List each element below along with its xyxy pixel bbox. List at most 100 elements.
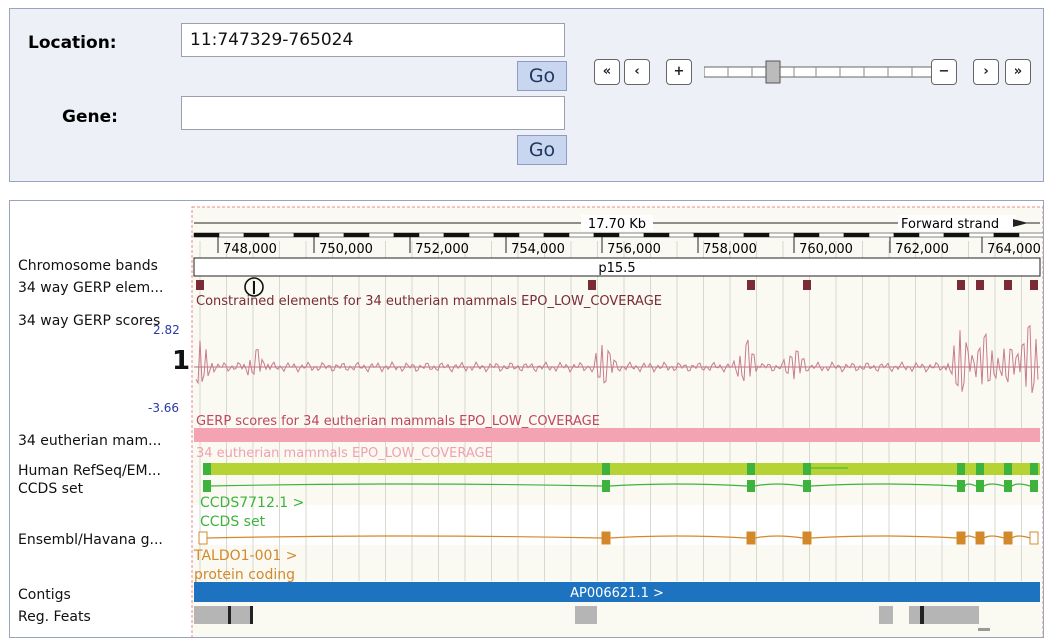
scale-bar-segment [343, 232, 370, 238]
ensembl-transcript-label[interactable]: TALDO1-001 > [193, 548, 298, 564]
regulatory-feature [194, 606, 252, 624]
zoom-slider-handle[interactable] [765, 60, 781, 84]
scale-bar-segment [1018, 232, 1043, 238]
gene-go-button[interactable]: Go [517, 135, 567, 165]
scale-bar-segment [443, 232, 470, 238]
scale-bar-segment [543, 232, 570, 238]
search-panel: Location: Go Gene: Go « ‹ + − › » [9, 8, 1044, 182]
tick-label: 760,000 [799, 242, 853, 257]
location-label: Location: [28, 33, 117, 53]
ensembl-exon [198, 531, 208, 545]
gerp-element [957, 280, 965, 290]
scale-bar-segment [918, 232, 945, 238]
ensembl-exon [1029, 531, 1039, 545]
track-label-gerp-scores: 34 way GERP scores [18, 313, 161, 329]
track-label-ccds: CCDS set [18, 481, 84, 497]
prev-button[interactable]: ‹ [624, 59, 650, 85]
tick-label: 762,000 [895, 242, 949, 257]
tick-label: 764,000 [987, 242, 1041, 257]
scale-bar-segment [643, 232, 670, 238]
tick-label: 748,000 [223, 242, 277, 257]
regulatory-feature [909, 606, 979, 624]
scale-bar-segment [268, 232, 295, 238]
scale-bar-segment [868, 232, 895, 238]
ccds-transcript-label[interactable]: CCDS7712.1 > [200, 495, 304, 511]
refseq-exon [957, 463, 965, 475]
track-label-contigs: Contigs [18, 587, 71, 603]
scale-bar-segment [943, 232, 970, 238]
ruler-length-label: 17.70 Kb [588, 217, 646, 232]
tick-label: 758,000 [703, 242, 757, 257]
contig-label: AP006621.1 > [570, 586, 664, 601]
refseq-exon [747, 463, 755, 475]
scale-bar-segment [493, 232, 520, 238]
first-button[interactable]: « [594, 59, 620, 85]
regulatory-feature-minor [978, 628, 990, 631]
gerp-element [747, 280, 755, 290]
ensembl-biotype-caption: protein coding [194, 567, 295, 583]
scale-bar-segment [818, 232, 845, 238]
ccds-exon [1004, 480, 1012, 492]
gerp-element [196, 280, 204, 290]
scale-bar [193, 232, 1043, 238]
ccds-exon [803, 480, 811, 492]
refseq-exon [203, 463, 211, 475]
gene-input[interactable] [181, 96, 565, 130]
tick-label: 752,000 [415, 242, 469, 257]
refseq-exon [1004, 463, 1012, 475]
scale-bar-segment [993, 232, 1020, 238]
eutherian-caption: 34 eutherian mammals EPO_LOW_COVERAGE [196, 446, 493, 461]
refseq-transcript[interactable] [203, 463, 1040, 475]
zoom-out-button[interactable]: − [931, 59, 957, 85]
ccds-exon [747, 480, 755, 492]
track-canvas: 17.70 Kb Forward strand 748,000 750,000 75… [191, 206, 1043, 637]
tick-label: 754,000 [511, 242, 565, 257]
scale-bar-segment [368, 232, 395, 238]
scale-bar-segment [418, 232, 445, 238]
scale-bar-segment [893, 232, 920, 238]
regulatory-feature [879, 606, 893, 624]
location-input[interactable] [181, 23, 565, 57]
ccds-exon [203, 480, 211, 492]
scale-bar-segment [568, 232, 595, 238]
ensembl-exon [802, 531, 812, 545]
alignment-bar[interactable] [194, 428, 1040, 442]
regulatory-feature-core [250, 606, 253, 624]
scale-bar-segment [743, 232, 770, 238]
track-label-refseq: Human RefSeq/EM... [18, 463, 161, 479]
scale-bar-segment [768, 232, 795, 238]
refseq-exon [976, 463, 984, 475]
gerp-score-max: 2.82 [153, 323, 180, 337]
tick-label: 756,000 [607, 242, 661, 257]
ensembl-exon [746, 531, 756, 545]
scale-bar-segment [193, 232, 220, 238]
tick-label: 750,000 [319, 242, 373, 257]
scale-bar-segment [593, 232, 620, 238]
genome-browser-panel: 17.70 Kb Forward strand 748,000 750,000 75… [9, 200, 1044, 638]
regulatory-feature-core [920, 606, 924, 624]
gerp-scores-caption: GERP scores for 34 eutherian mammals EPO… [196, 414, 600, 429]
gerp-elements-caption: Constrained elements for 34 eutherian ma… [196, 294, 662, 309]
ccds-exon [976, 480, 984, 492]
scale-bar-segment [793, 232, 820, 238]
gerp-element [976, 280, 984, 290]
scale-bar-segment [218, 232, 245, 238]
gerp-element [588, 280, 596, 290]
scale-bar-segment [618, 232, 645, 238]
regulatory-feature [575, 606, 597, 624]
zoom-in-button[interactable]: + [666, 59, 692, 85]
scale-bar-segment [293, 232, 320, 238]
ccds-exon [1030, 480, 1038, 492]
track-label-chromosome-bands: Chromosome bands [18, 258, 158, 274]
track-label-ensembl: Ensembl/Havana g... [18, 532, 163, 548]
location-go-button[interactable]: Go [517, 61, 567, 91]
scale-bar-segment [693, 232, 720, 238]
zoom-slider[interactable] [704, 60, 940, 84]
refseq-exon [602, 463, 610, 475]
next-button[interactable]: › [973, 59, 999, 85]
last-button[interactable]: » [1005, 59, 1031, 85]
ensembl-exon [956, 531, 966, 545]
scale-bar-segment [668, 232, 695, 238]
ensembl-exon [1003, 531, 1013, 545]
ccds-set-caption: CCDS set [200, 514, 266, 530]
